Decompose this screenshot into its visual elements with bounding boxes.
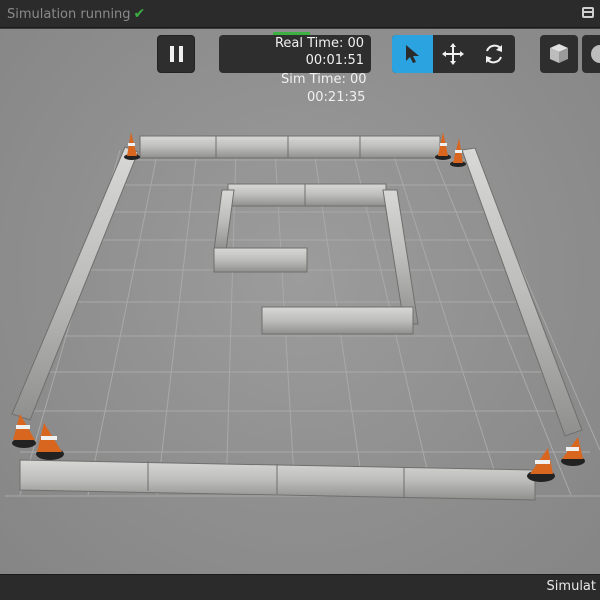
3d-viewport[interactable]: Real Time: 00 00:01:51 Sim Time: 00 00:2…: [0, 29, 600, 574]
barrier-walls: [11, 135, 583, 501]
pause-icon: [170, 46, 183, 62]
cone-top-left: [124, 132, 140, 160]
inner-wall-hook: [213, 247, 308, 273]
arrow-cursor-icon: [406, 45, 419, 63]
real-time-value: 00:01:51: [305, 53, 364, 68]
rotate-tool-button[interactable]: [474, 35, 515, 73]
sim-time-label: Sim Time: 00: [281, 72, 367, 87]
box-shape-button[interactable]: [540, 35, 578, 73]
time-display: Real Time: 00 00:01:51: [219, 35, 371, 73]
title-bar: Simulation running ✔: [0, 0, 600, 28]
window-icon[interactable]: [582, 7, 594, 18]
translate-tool-button[interactable]: [433, 35, 474, 73]
inner-wall-bottom: [261, 306, 414, 335]
transform-tools: [392, 35, 515, 73]
real-time-label: Real Time: 00: [274, 36, 364, 51]
rotate-icon: [486, 44, 502, 64]
status-bar: Simulat: [0, 574, 600, 600]
wall-left: [11, 146, 139, 421]
status-bar-text: Simulat: [546, 579, 596, 594]
inner-wall-top: [227, 183, 387, 207]
sphere-shape-button[interactable]: [582, 35, 600, 73]
cone-bottom-right: [527, 437, 585, 482]
pause-button[interactable]: [157, 35, 195, 73]
sim-time-value: 00:21:35: [307, 90, 366, 105]
wall-right: [461, 147, 583, 437]
inner-wall-left: [213, 189, 235, 251]
status-text: Simulation running: [7, 7, 131, 22]
box-icon: [550, 44, 568, 63]
select-tool-button[interactable]: [392, 35, 433, 73]
sphere-icon: [591, 45, 600, 63]
cone-bottom-left: [12, 414, 64, 460]
check-icon: ✔: [133, 6, 146, 22]
scene-canvas: [5, 132, 600, 501]
status-indicator: Simulation running ✔: [7, 6, 145, 22]
move-arrows-icon: [442, 43, 464, 65]
wall-top: [139, 135, 441, 159]
